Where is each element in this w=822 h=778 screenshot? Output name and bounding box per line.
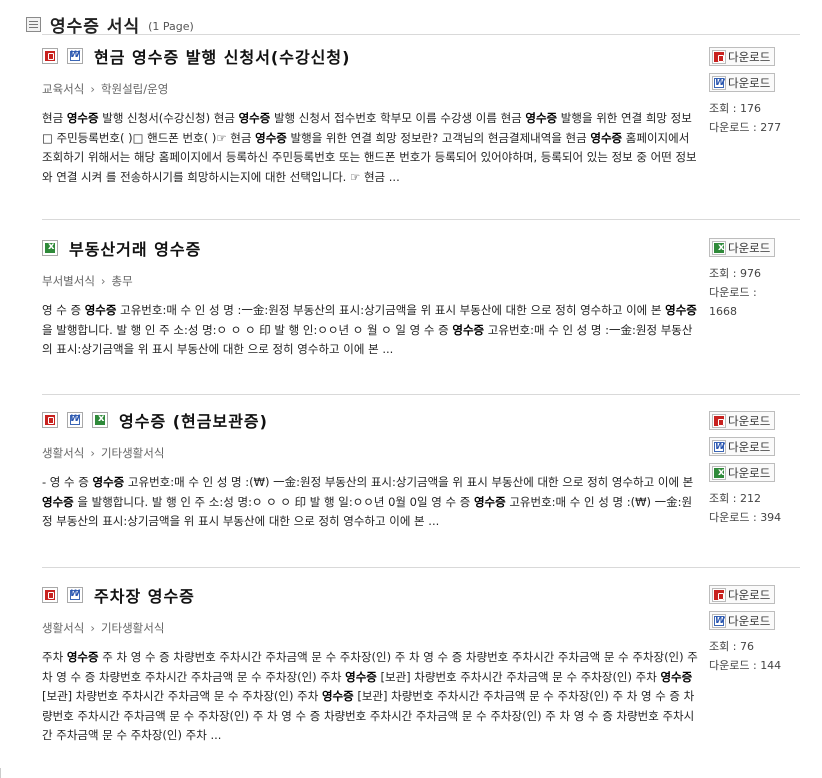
download-label: 다운로드 xyxy=(728,465,771,480)
download-doc-button[interactable]: 다운로드 xyxy=(709,611,775,630)
item-title[interactable]: 부동산거래 영수증 xyxy=(69,236,201,260)
download-xls-button[interactable]: 다운로드 xyxy=(709,238,775,257)
download-xls-button[interactable]: 다운로드 xyxy=(709,463,775,482)
excel-file-icon xyxy=(712,465,726,480)
list-item: 현금 영수증 발행 신청서(수강신청) 교육서식 › 학원설립/운영 현금 영수… xyxy=(42,45,800,187)
word-file-icon xyxy=(712,439,726,454)
subcategory-link[interactable]: 기타생활서식 xyxy=(101,620,164,636)
list-item: 부동산거래 영수증 부서별서식 › 총무 영 수 증 영수증 고유번호:매 수 … xyxy=(42,237,800,360)
download-label: 다운로드 xyxy=(728,439,771,454)
word-file-icon[interactable] xyxy=(67,412,83,428)
view-count: 조회 : 212 xyxy=(709,492,761,505)
item-title[interactable]: 영수증 (현금보관증) xyxy=(119,408,268,432)
item-divider xyxy=(42,567,800,568)
highlight-keyword: 영수증 xyxy=(345,669,377,684)
item-side-panel: 다운로드 다운로드 다운로드 조회 : 212 다운로드 : 394 xyxy=(709,411,789,527)
category-link[interactable]: 부서별서식 xyxy=(42,273,95,289)
hwp-file-icon xyxy=(712,587,726,602)
category-link[interactable]: 교육서식 xyxy=(42,81,84,97)
download-label: 다운로드 xyxy=(728,240,771,255)
item-side-panel: 다운로드 조회 : 976 다운로드 :1668 xyxy=(709,238,789,321)
list-item: 주차장 영수증 생활서식 › 기타생활서식 주차 영수증 주 차 영 수 증 차… xyxy=(42,584,800,746)
breadcrumb: 생활서식 › 기타생활서식 xyxy=(42,445,800,461)
subcategory-link[interactable]: 총무 xyxy=(112,273,133,289)
page-count: (1 Page) xyxy=(148,20,194,33)
download-doc-button[interactable]: 다운로드 xyxy=(709,73,775,92)
hwp-file-icon[interactable] xyxy=(42,587,58,603)
list-icon xyxy=(26,17,41,32)
item-snippet: 현금 영수증 발행 신청서(수강신청) 현금 영수증 발행 신청서 접수번호 학… xyxy=(42,111,697,184)
highlight-keyword: 영수증 xyxy=(66,650,99,664)
word-file-icon xyxy=(712,613,726,628)
hwp-file-icon[interactable] xyxy=(42,412,58,428)
view-count: 조회 : 76 xyxy=(709,640,754,653)
highlight-keyword: 영수증 xyxy=(660,669,693,684)
highlight-keyword: 영수증 xyxy=(66,111,99,125)
item-snippet: - 영 수 증 영수증 고유번호:매 수 인 성 명 :(₩) 一金:원정 부동… xyxy=(42,475,694,528)
window-edge xyxy=(0,768,7,778)
word-file-icon xyxy=(712,75,726,90)
highlight-keyword: 영수증 xyxy=(42,494,74,509)
hwp-file-icon xyxy=(712,49,726,64)
subcategory-link[interactable]: 학원설립/운영 xyxy=(101,81,168,97)
download-label: 다운로드 xyxy=(728,587,771,602)
download-doc-button[interactable]: 다운로드 xyxy=(709,437,775,456)
download-label: 다운로드 xyxy=(728,49,771,64)
excel-file-icon[interactable] xyxy=(92,412,108,428)
breadcrumb: 부서별서식 › 총무 xyxy=(42,273,800,289)
highlight-keyword: 영수증 xyxy=(473,494,506,509)
download-label: 다운로드 xyxy=(728,75,771,90)
hwp-file-icon xyxy=(712,413,726,428)
highlight-keyword: 영수증 xyxy=(665,303,697,317)
word-file-icon[interactable] xyxy=(67,587,83,603)
item-divider xyxy=(42,219,800,220)
item-snippet: 주차 영수증 주 차 영 수 증 차량번호 주차시간 주차금액 문 수 주차장(… xyxy=(42,650,698,742)
highlight-keyword: 영수증 xyxy=(255,130,287,145)
item-title[interactable]: 현금 영수증 발행 신청서(수강신청) xyxy=(94,44,350,68)
item-snippet: 영 수 증 영수증 고유번호:매 수 인 성 명 :一金:원정 부동산의 표시:… xyxy=(42,303,697,356)
highlight-keyword: 영수증 xyxy=(321,689,354,703)
header-divider xyxy=(42,34,800,35)
chevron-right-icon: › xyxy=(90,621,95,635)
breadcrumb: 생활서식 › 기타생활서식 xyxy=(42,620,800,636)
breadcrumb: 교육서식 › 학원설립/운영 xyxy=(42,81,800,97)
highlight-keyword: 영수증 xyxy=(452,322,485,337)
view-count: 조회 : 176 xyxy=(709,102,761,115)
category-link[interactable]: 생활서식 xyxy=(42,445,84,461)
subcategory-link[interactable]: 기타생활서식 xyxy=(101,445,164,461)
highlight-keyword: 영수증 xyxy=(525,111,558,125)
download-label: 다운로드 xyxy=(728,413,771,428)
category-link[interactable]: 생활서식 xyxy=(42,620,84,636)
download-count: 다운로드 : 144 xyxy=(709,659,782,672)
chevron-right-icon: › xyxy=(90,82,95,96)
download-label: 다운로드 xyxy=(728,613,771,628)
download-count: 다운로드 :1668 xyxy=(709,286,757,318)
download-count: 다운로드 : 277 xyxy=(709,121,782,134)
excel-file-icon xyxy=(712,240,726,255)
highlight-keyword: 영수증 xyxy=(92,475,125,489)
download-hwp-button[interactable]: 다운로드 xyxy=(709,411,775,430)
download-count: 다운로드 : 394 xyxy=(709,511,782,524)
hwp-file-icon[interactable] xyxy=(42,48,58,64)
chevron-right-icon: › xyxy=(100,274,106,288)
list-item: 영수증 (현금보관증) 생활서식 › 기타생활서식 - 영 수 증 영수증 고유… xyxy=(42,409,800,532)
word-file-icon[interactable] xyxy=(67,48,83,64)
item-divider xyxy=(42,394,800,395)
highlight-keyword: 영수증 xyxy=(590,130,623,145)
download-hwp-button[interactable]: 다운로드 xyxy=(709,47,775,66)
item-side-panel: 다운로드 다운로드 조회 : 176 다운로드 : 277 xyxy=(709,47,789,137)
excel-file-icon[interactable] xyxy=(42,240,58,256)
download-hwp-button[interactable]: 다운로드 xyxy=(709,585,775,604)
item-side-panel: 다운로드 다운로드 조회 : 76 다운로드 : 144 xyxy=(709,585,789,675)
highlight-keyword: 영수증 xyxy=(238,111,271,125)
view-count: 조회 : 976 xyxy=(709,267,761,280)
highlight-keyword: 영수증 xyxy=(84,303,117,317)
item-title[interactable]: 주차장 영수증 xyxy=(94,583,195,607)
chevron-right-icon: › xyxy=(90,446,95,460)
